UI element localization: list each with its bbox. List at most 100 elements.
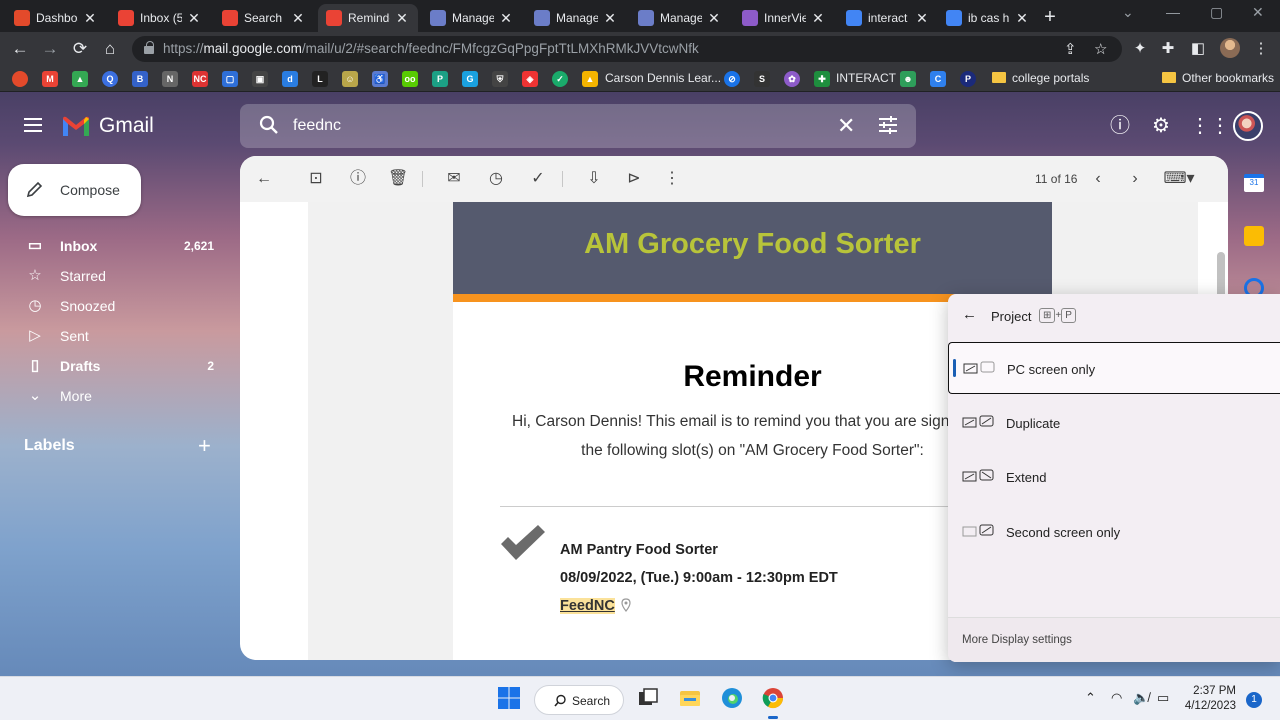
browser-tab[interactable]: ib cas h ✕ [938, 4, 1038, 32]
newer-chevron-icon[interactable]: ‹ [1088, 169, 1108, 189]
battery-icon[interactable]: ▭ [1157, 690, 1169, 706]
close-tab-icon[interactable]: ✕ [706, 10, 722, 27]
bookmark-duolingo-icon[interactable]: oo [402, 71, 418, 87]
more-options-icon[interactable]: ⋮ [662, 169, 682, 189]
windows-start-icon[interactable] [497, 686, 521, 710]
bookmark-other[interactable]: Other bookmarks [1162, 71, 1274, 85]
bookmark-canvas-icon[interactable] [12, 71, 28, 87]
forward-arrow-icon[interactable]: → [39, 38, 61, 60]
bookmark-g-icon[interactable]: G [462, 71, 478, 87]
browser-tab[interactable]: Inbox (5 ✕ [110, 4, 210, 32]
chrome-menu-icon[interactable]: ⋮ [1251, 39, 1271, 57]
mark-unread-icon[interactable]: ✉ [444, 169, 464, 189]
move-to-icon[interactable]: ⇩ [584, 169, 604, 189]
slot-location-link[interactable]: FeedNC [560, 598, 615, 614]
archive-icon[interactable]: ⊡ [306, 169, 326, 189]
bookmark-star-icon[interactable]: ☆ [1094, 40, 1107, 58]
main-menu-icon[interactable] [24, 118, 42, 132]
bookmark-hex-icon[interactable]: ◈ [522, 71, 538, 87]
project-option-extend[interactable]: Extend [948, 451, 1280, 503]
bookmark-p-icon[interactable]: P [432, 71, 448, 87]
compose-button[interactable]: Compose [8, 164, 141, 216]
bookmark-carson[interactable]: Carson Dennis Lear... [605, 71, 721, 85]
apps-grid-icon[interactable]: ⋮⋮ [1190, 114, 1230, 138]
extension-icon[interactable]: ✦ [1130, 39, 1150, 57]
close-tab-icon[interactable]: ✕ [186, 10, 202, 27]
project-option-pc-screen-only[interactable]: PC screen only [948, 342, 1280, 394]
bookmark-college-portals[interactable]: college portals [992, 71, 1089, 85]
chrome-browser-icon[interactable] [761, 686, 785, 710]
bookmark-p2-icon[interactable]: P [960, 71, 976, 87]
bookmark-c-icon[interactable]: C [930, 71, 946, 87]
close-tab-icon[interactable]: ✕ [82, 10, 98, 27]
bookmark-l-icon[interactable]: L [312, 71, 328, 87]
bookmark-square-icon[interactable]: ▢ [222, 71, 238, 87]
back-arrow-icon[interactable]: ← [962, 306, 977, 323]
new-tab-button[interactable]: + [1040, 6, 1060, 29]
calendar-icon[interactable]: 31 [1244, 174, 1264, 192]
bookmark-n-icon[interactable]: N [162, 71, 178, 87]
bookmark-shield-icon[interactable]: ⛨ [492, 71, 508, 87]
bookmark-gmail-icon[interactable]: M [42, 71, 58, 87]
puzzle-extensions-icon[interactable]: ✚ [1158, 39, 1178, 57]
address-bar[interactable]: https://mail.google.com/mail/u/2/#search… [132, 36, 1122, 62]
account-avatar[interactable] [1233, 111, 1263, 141]
close-tab-icon[interactable]: ✕ [290, 10, 306, 27]
back-to-search-icon[interactable]: ← [254, 169, 274, 189]
browser-tab[interactable]: interact ✕ [838, 4, 938, 32]
label-icon[interactable]: ⊳ [624, 169, 644, 189]
share-icon[interactable]: ⇪ [1064, 40, 1077, 58]
sidebar-item-drafts[interactable]: ▯ Drafts 2 [0, 351, 230, 381]
bookmark-q-icon[interactable]: Q [102, 71, 118, 87]
browser-tab[interactable]: Reminde ✕ [318, 4, 418, 32]
keep-icon[interactable] [1244, 226, 1264, 246]
settings-gear-icon[interactable]: ⚙ [1149, 114, 1173, 138]
tab-search-icon[interactable]: ⌄ [1122, 4, 1134, 21]
snooze-icon[interactable]: ◷ [486, 169, 506, 189]
older-chevron-icon[interactable]: › [1125, 169, 1145, 189]
add-label-icon[interactable]: + [198, 433, 211, 459]
vertical-scrollbar[interactable] [1217, 252, 1225, 298]
close-window-button[interactable]: ✕ [1252, 4, 1264, 21]
bookmark-ib-icon[interactable]: B [132, 71, 148, 87]
bookmark-check-icon[interactable]: ✓ [552, 71, 568, 87]
bookmark-compass-icon[interactable]: ⊘ [724, 71, 740, 87]
more-display-settings-link[interactable]: More Display settings [962, 634, 1072, 646]
add-task-icon[interactable]: ✓ [528, 169, 548, 189]
gmail-logo-icon[interactable] [61, 115, 91, 137]
show-hidden-icons-chevron-icon[interactable]: ⌃ [1085, 690, 1096, 706]
side-panel-icon[interactable]: ◧ [1188, 39, 1208, 57]
restore-button[interactable]: ▢ [1210, 4, 1223, 21]
search-options-icon[interactable] [877, 114, 899, 136]
browser-tab[interactable]: Manage ✕ [526, 4, 626, 32]
project-option-second-screen-only[interactable]: Second screen only [948, 506, 1280, 558]
report-spam-icon[interactable]: ⓘ [348, 169, 368, 189]
profile-avatar[interactable] [1220, 38, 1240, 58]
bookmark-drive2-icon[interactable]: ▲ [582, 71, 598, 87]
location-pin-icon[interactable] [621, 598, 631, 612]
bookmark-drive-icon[interactable]: ▲ [72, 71, 88, 87]
task-view-icon[interactable] [636, 686, 660, 710]
sidebar-item-more[interactable]: ⌄ More [0, 381, 230, 411]
bookmark-school-icon[interactable]: ▣ [252, 71, 268, 87]
close-tab-icon[interactable]: ✕ [602, 10, 618, 27]
sidebar-item-snoozed[interactable]: ◷ Snoozed [0, 291, 230, 321]
sidebar-item-sent[interactable]: ▷ Sent [0, 321, 230, 351]
bookmark-interact-icon[interactable]: ✚ [814, 71, 830, 87]
input-tools-icon[interactable]: ⌨▾ [1162, 169, 1196, 189]
close-tab-icon[interactable]: ✕ [498, 10, 514, 27]
delete-icon[interactable]: 🗑 [388, 169, 408, 189]
bookmark-interact[interactable]: INTERACT [836, 71, 896, 85]
file-explorer-icon[interactable] [678, 686, 702, 710]
close-tab-icon[interactable]: ✕ [394, 10, 410, 27]
close-tab-icon[interactable]: ✕ [810, 10, 826, 27]
wifi-icon[interactable]: ◠ [1111, 690, 1122, 706]
bookmark-spo-icon[interactable]: S [754, 71, 770, 87]
close-tab-icon[interactable]: ✕ [1014, 10, 1030, 27]
volume-muted-icon[interactable]: 🔈̸ [1133, 690, 1149, 706]
taskbar-search[interactable]: Search [534, 685, 624, 715]
sidebar-item-inbox[interactable]: ▭ Inbox 2,621 [0, 231, 230, 261]
notification-badge[interactable]: 1 [1246, 692, 1262, 708]
bookmark-access-icon[interactable]: ♿ [372, 71, 388, 87]
back-arrow-icon[interactable]: ← [9, 38, 31, 60]
